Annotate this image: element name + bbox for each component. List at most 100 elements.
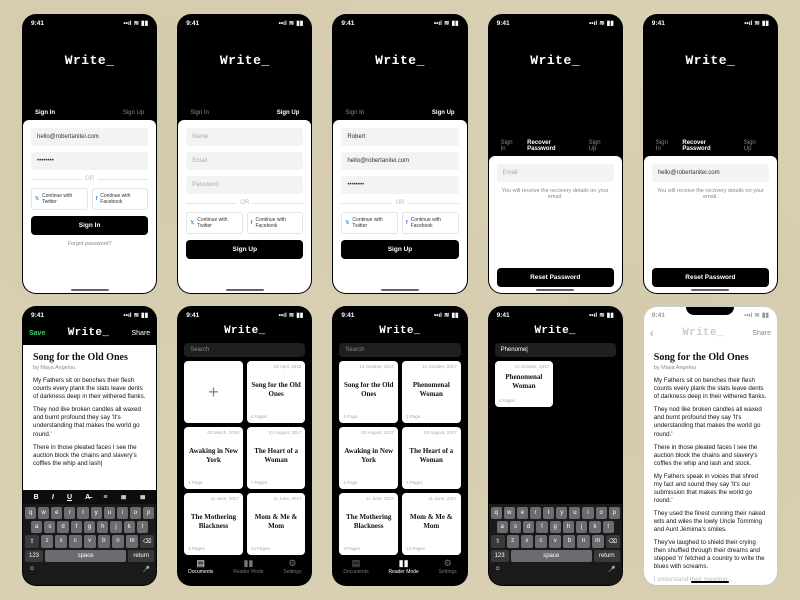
add-doc-button[interactable]: + <box>184 361 243 423</box>
key[interactable]: c <box>69 535 81 548</box>
delete-key[interactable]: ⌫ <box>140 535 154 548</box>
key[interactable]: h <box>563 521 574 533</box>
tab-recover[interactable]: Recover Password <box>682 140 735 152</box>
tab-documents[interactable]: ▤Documents <box>343 559 368 575</box>
tab-signin[interactable]: Sign In <box>190 110 209 116</box>
doc-card[interactable]: 03 August, 2017The Heart of a Woman7 Pag… <box>247 427 306 489</box>
key[interactable]: o <box>130 507 141 519</box>
key[interactable]: t <box>77 507 88 519</box>
key[interactable]: d <box>523 521 534 533</box>
tab-documents[interactable]: ▤Documents <box>188 559 213 575</box>
key[interactable]: g <box>84 521 95 533</box>
tab-signup[interactable]: Sign Up <box>744 140 765 152</box>
doc-card[interactable]: 11 June, 2017Mom & Me & Mom13 Pages <box>402 493 461 555</box>
tab-recover[interactable]: Recover Password <box>527 140 580 152</box>
doc-card[interactable]: 02 April, 2018Song for the Old Ones4 Pag… <box>247 361 306 423</box>
name-field[interactable]: Robert <box>341 128 458 146</box>
signup-button[interactable]: Sign Up <box>186 240 303 259</box>
tab-signup[interactable]: Sign Up <box>589 140 610 152</box>
key[interactable]: a <box>497 521 508 533</box>
doc-card[interactable]: 12 October, 2017Phenomenal Woman1 Page <box>402 361 461 423</box>
key[interactable]: s <box>44 521 55 533</box>
password-field[interactable]: Password <box>186 176 303 194</box>
signup-button[interactable]: Sign Up <box>341 240 458 259</box>
tab-signin[interactable]: Sign In <box>501 140 520 152</box>
twitter-button[interactable]: 𝕏Continue with Twitter <box>186 212 243 234</box>
home-indicator-icon[interactable] <box>71 289 109 292</box>
paragraph[interactable]: They nod like broken candles all waxed a… <box>33 406 146 438</box>
share-button[interactable]: Share <box>132 330 151 337</box>
key[interactable]: i <box>582 507 593 519</box>
key[interactable]: z <box>507 535 519 548</box>
twitter-button[interactable]: 𝕏Continue with Twitter <box>31 188 88 210</box>
key[interactable]: x <box>521 535 533 548</box>
search-input[interactable]: Search <box>184 343 305 357</box>
doc-title[interactable]: Song for the Old Ones <box>33 351 146 364</box>
tab-signin[interactable]: Sign In <box>656 140 675 152</box>
key[interactable]: u <box>569 507 580 519</box>
key[interactable]: c <box>535 535 547 548</box>
key[interactable]: g <box>550 521 561 533</box>
key[interactable]: j <box>110 521 121 533</box>
key[interactable]: f <box>536 521 547 533</box>
mic-key[interactable]: 🎤 <box>143 566 150 573</box>
key[interactable]: n <box>577 535 589 548</box>
tab-signup[interactable]: Sign Up <box>277 110 300 116</box>
password-field[interactable]: •••••••• <box>31 152 148 170</box>
tab-reader[interactable]: ▮▮Reader Mode <box>233 559 263 575</box>
home-indicator-icon[interactable] <box>226 289 264 292</box>
tab-settings[interactable]: ⚙Settings <box>439 559 457 575</box>
tab-signin[interactable]: Sign In <box>345 110 364 116</box>
key[interactable]: w <box>504 507 515 519</box>
tab-signup[interactable]: Sign Up <box>432 110 455 116</box>
key[interactable]: u <box>104 507 115 519</box>
reset-button[interactable]: Reset Password <box>497 268 614 287</box>
delete-key[interactable]: ⌫ <box>606 535 620 548</box>
key[interactable]: k <box>589 521 600 533</box>
share-button[interactable]: Share <box>752 330 771 337</box>
key[interactable]: r <box>530 507 541 519</box>
paragraph[interactable]: There in those pleated faces I see the a… <box>33 444 146 468</box>
key[interactable]: q <box>25 507 36 519</box>
bold-button[interactable]: B <box>34 494 39 501</box>
doc-card[interactable]: 11 June, 2017Mom & Me & Mom13 Pages <box>247 493 306 555</box>
key[interactable]: y <box>91 507 102 519</box>
space-key[interactable]: space <box>45 550 126 562</box>
forgot-link[interactable]: Forgot password? <box>31 241 148 247</box>
search-input[interactable]: Search <box>339 343 460 357</box>
emoji-key[interactable]: ☺ <box>495 566 501 573</box>
tab-signin[interactable]: Sign In <box>35 110 55 116</box>
underline-button[interactable]: U <box>67 494 72 501</box>
key[interactable]: v <box>549 535 561 548</box>
key[interactable]: e <box>51 507 62 519</box>
doc-card[interactable]: 11 June, 2017The Mothering Blackness3 Pa… <box>184 493 243 555</box>
email-field[interactable]: Email <box>186 152 303 170</box>
key[interactable]: y <box>556 507 567 519</box>
numeric-key[interactable]: 123 <box>491 550 509 562</box>
aligncenter-button[interactable]: ≣ <box>121 493 127 501</box>
email-field[interactable]: hello@robertanitei.com <box>341 152 458 170</box>
key[interactable]: h <box>97 521 108 533</box>
shift-key[interactable]: ⇧ <box>491 535 505 548</box>
home-indicator-icon[interactable] <box>691 289 729 292</box>
alignright-button[interactable]: ≣ <box>140 493 146 501</box>
twitter-button[interactable]: 𝕏Continue with Twitter <box>341 212 398 234</box>
home-indicator-icon[interactable] <box>381 289 419 292</box>
key[interactable]: o <box>596 507 607 519</box>
alignleft-button[interactable]: ≡ <box>103 494 107 501</box>
key[interactable]: z <box>41 535 53 548</box>
facebook-button[interactable]: fContinue with Facebook <box>92 188 149 210</box>
home-indicator-icon[interactable] <box>691 581 729 584</box>
signin-button[interactable]: Sign In <box>31 216 148 235</box>
key[interactable]: p <box>143 507 154 519</box>
key[interactable]: v <box>84 535 96 548</box>
key[interactable]: p <box>609 507 620 519</box>
search-input[interactable]: Phenome| <box>495 343 616 357</box>
facebook-button[interactable]: fContinue with Facebook <box>402 212 459 234</box>
key[interactable]: j <box>576 521 587 533</box>
key[interactable]: m <box>126 535 138 548</box>
tab-reader[interactable]: ▮▮Reader Mode <box>388 559 418 575</box>
tab-settings[interactable]: ⚙Settings <box>283 559 301 575</box>
space-key[interactable]: space <box>511 550 592 562</box>
home-indicator-icon[interactable] <box>536 289 574 292</box>
